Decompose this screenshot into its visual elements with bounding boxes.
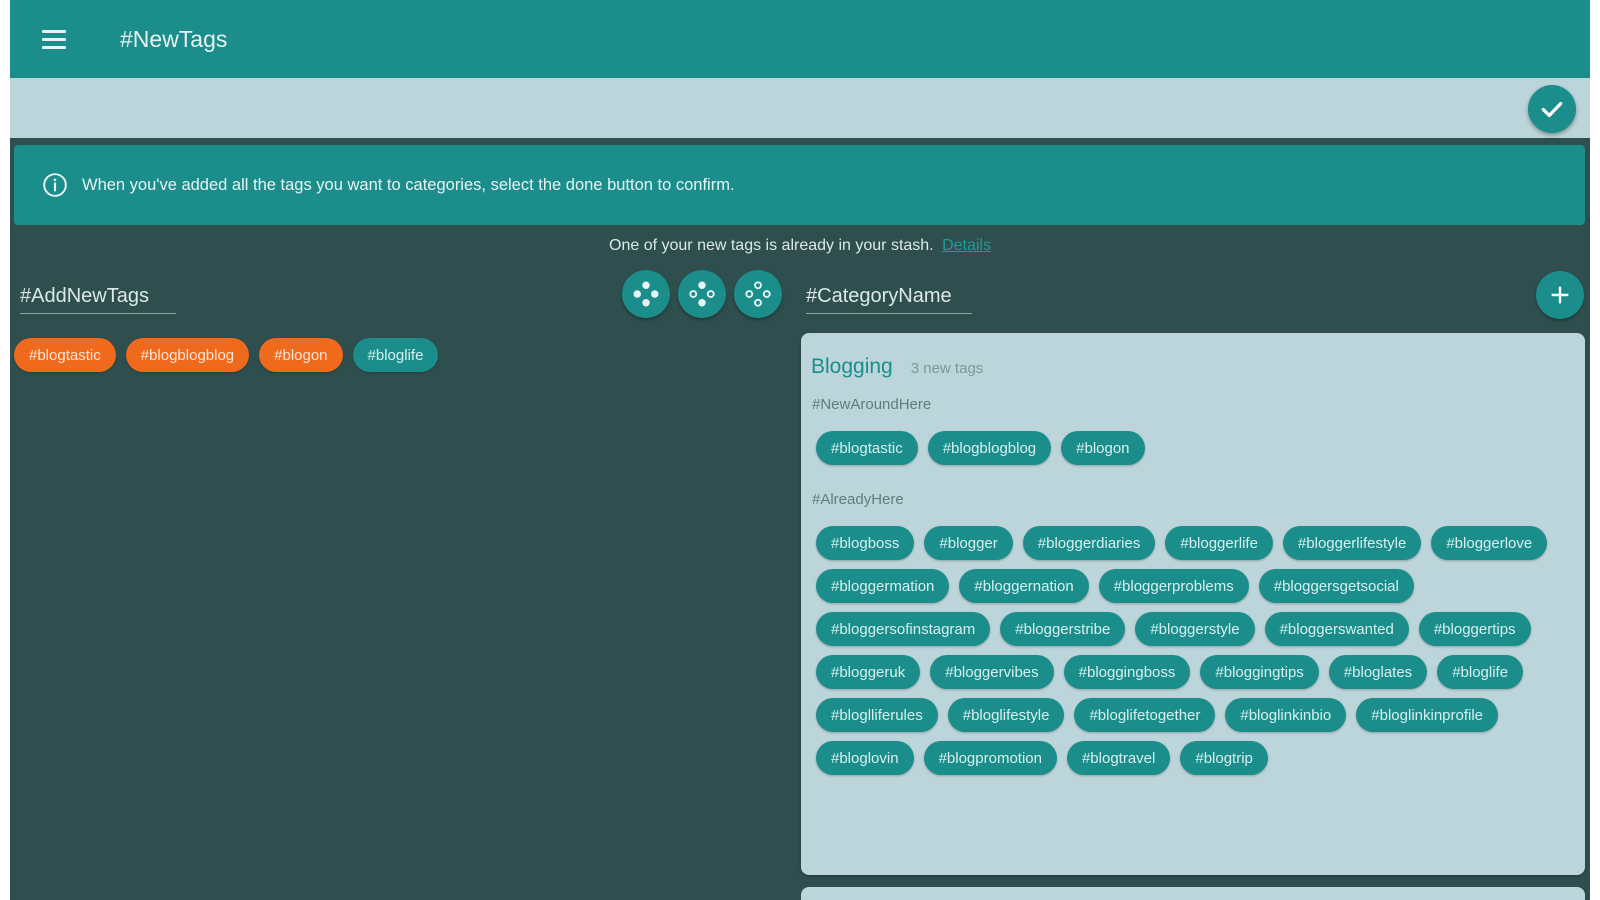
- tag-chip[interactable]: #bloggerdiaries: [1022, 526, 1156, 560]
- add-new-tags-input[interactable]: [20, 280, 176, 314]
- tag-chip[interactable]: #blogpromotion: [923, 741, 1057, 775]
- tag-chip[interactable]: #bloglates: [1328, 655, 1428, 689]
- move-all-button[interactable]: [622, 270, 670, 318]
- tag-chip[interactable]: #blogtrip: [1180, 741, 1268, 775]
- category-title: Blogging: [811, 355, 893, 378]
- category-name-input[interactable]: [806, 280, 972, 314]
- tag-chip[interactable]: #blogblogblog: [125, 338, 250, 372]
- category-card: Blogging 3 new tags #NewAroundHere #blog…: [801, 333, 1585, 875]
- tag-chip[interactable]: #bloggernation: [959, 569, 1089, 603]
- tag-chip[interactable]: #bloggerlife: [1165, 526, 1273, 560]
- check-icon: [1541, 101, 1563, 118]
- tag-chip[interactable]: #bloglifetogether: [1074, 698, 1216, 732]
- tag-chip[interactable]: #bloggerstribe: [1000, 612, 1126, 646]
- new-tags-list: #blogtastic #blogblogblog #blogon #blogl…: [14, 338, 439, 372]
- tag-chip[interactable]: #bloggerstyle: [1135, 612, 1255, 646]
- tag-chip[interactable]: #bloggertips: [1418, 612, 1531, 646]
- tag-chip[interactable]: #bloggermation: [816, 569, 950, 603]
- move-all-icon: [633, 281, 659, 307]
- notice-text: One of your new tags is already in your …: [609, 237, 934, 254]
- add-category-button[interactable]: [1536, 271, 1584, 319]
- tag-chip[interactable]: #bloggervibes: [930, 655, 1054, 689]
- tag-chip[interactable]: #blogon: [1061, 431, 1145, 465]
- category-header: Blogging 3 new tags: [811, 355, 983, 379]
- tag-chip[interactable]: #bloglifestyle: [947, 698, 1065, 732]
- banner-text: When you've added all the tags you want …: [82, 175, 735, 194]
- menu-icon[interactable]: [30, 15, 78, 63]
- tag-chip[interactable]: #bloggerlifestyle: [1282, 526, 1422, 560]
- action-strip: [10, 78, 1590, 138]
- new-tags-group: #blogtastic #blogblogblog #blogon: [816, 431, 1576, 465]
- info-banner: When you've added all the tags you want …: [14, 145, 1585, 225]
- tag-chip[interactable]: #bloglife: [1437, 655, 1524, 689]
- tag-chip[interactable]: #bloggerlove: [1431, 526, 1548, 560]
- new-tag-count: 3 new tags: [910, 360, 984, 377]
- existing-tags-group: #blogboss #blogger #bloggerdiaries #blog…: [816, 526, 1576, 775]
- tag-chip[interactable]: #blogboss: [816, 526, 915, 560]
- move-selected-icon: [689, 281, 715, 307]
- tag-chip[interactable]: #bloggingboss: [1063, 655, 1191, 689]
- next-category-card: [801, 887, 1585, 900]
- tag-chip[interactable]: #blogblogblog: [927, 431, 1052, 465]
- app-window: #NewTags When you've added all the tags …: [10, 0, 1590, 900]
- new-section-label: #NewAroundHere: [812, 396, 932, 413]
- move-outline-icon: [745, 281, 771, 307]
- stash-notice: One of your new tags is already in your …: [10, 237, 1590, 255]
- details-link[interactable]: Details: [942, 237, 991, 254]
- move-selected-button[interactable]: [678, 270, 726, 318]
- tag-chip[interactable]: #blogger: [924, 526, 1013, 560]
- tag-chip[interactable]: #bloglife: [352, 338, 439, 372]
- tag-chip[interactable]: #blogon: [259, 338, 343, 372]
- plus-icon: [1551, 286, 1569, 304]
- move-outline-button[interactable]: [734, 270, 782, 318]
- done-button[interactable]: [1528, 85, 1576, 133]
- tag-tools: [622, 270, 782, 318]
- tag-chip[interactable]: #bloglinkinprofile: [1356, 698, 1499, 732]
- tag-chip[interactable]: #bloggeruk: [816, 655, 921, 689]
- tag-chip[interactable]: #blogtravel: [1066, 741, 1171, 775]
- tag-chip[interactable]: #bloglinkinbio: [1225, 698, 1347, 732]
- page-title: #NewTags: [120, 25, 228, 52]
- existing-section-label: #AlreadyHere: [812, 491, 904, 508]
- tag-chip[interactable]: #bloglliferules: [816, 698, 938, 732]
- info-icon: [43, 173, 67, 197]
- tag-chip[interactable]: #bloggingtips: [1200, 655, 1319, 689]
- tag-chip[interactable]: #bloggerswanted: [1264, 612, 1409, 646]
- tag-chip[interactable]: #blogtastic: [14, 338, 116, 372]
- tag-chip[interactable]: #blogtastic: [816, 431, 918, 465]
- tag-chip[interactable]: #bloglovin: [816, 741, 914, 775]
- tag-chip[interactable]: #bloggerproblems: [1098, 569, 1249, 603]
- tag-chip[interactable]: #bloggersgetsocial: [1258, 569, 1414, 603]
- tag-chip[interactable]: #bloggersofinstagram: [816, 612, 991, 646]
- app-bar: #NewTags: [10, 0, 1590, 78]
